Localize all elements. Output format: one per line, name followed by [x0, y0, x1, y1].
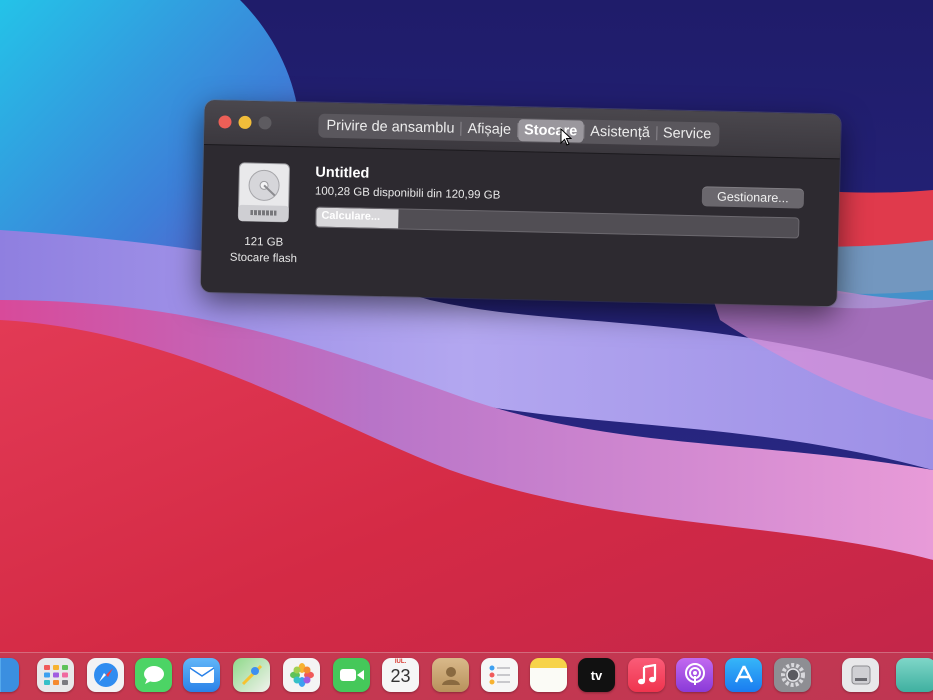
tab-support[interactable]: Asistență [584, 121, 656, 145]
video-camera-icon [339, 669, 364, 681]
checklist-icon [489, 665, 510, 685]
storage-bar-status: Calculare... [321, 209, 381, 224]
flash-storage-disk-icon [237, 162, 290, 223]
podcasts-icon[interactable] [676, 658, 713, 692]
app-store-a-icon [734, 665, 753, 683]
app-store-icon[interactable] [725, 658, 762, 692]
mouse-pointer-icon [560, 128, 572, 146]
launchpad-icon[interactable] [37, 658, 74, 692]
safari-compass-icon [93, 663, 118, 687]
about-this-mac-window: Privire de ansamblu Afișaje Stocare Asis… [200, 100, 841, 307]
reminders-icon[interactable] [481, 658, 518, 692]
finder-icon[interactable] [0, 658, 19, 692]
gear-icon [780, 663, 805, 687]
disk-utility-icon[interactable] [842, 658, 879, 692]
tab-displays[interactable]: Afișaje [461, 118, 517, 141]
speech-bubble-icon [143, 666, 164, 684]
close-button[interactable] [218, 115, 232, 129]
minimize-button[interactable] [238, 115, 252, 130]
volume-name: Untitled [315, 164, 370, 182]
contacts-icon[interactable] [432, 658, 469, 692]
map-pin-icon [241, 664, 262, 686]
music-icon[interactable] [628, 658, 665, 692]
segmented-tab-bar: Privire de ansamblu Afișaje Stocare Asis… [318, 113, 720, 147]
tab-storage[interactable]: Stocare [517, 119, 584, 143]
hard-drive-icon [851, 665, 870, 685]
disk-type-label: Stocare flash [229, 251, 298, 266]
tab-overview[interactable]: Privire de ansamblu [320, 115, 461, 140]
podcast-antenna-icon [684, 663, 705, 685]
disk-capacity-label: 121 GB [244, 235, 284, 249]
system-preferences-icon[interactable] [774, 658, 811, 692]
safari-icon[interactable] [87, 658, 124, 692]
facetime-icon[interactable] [333, 658, 370, 692]
music-note-icon [637, 664, 656, 685]
calendar-icon[interactable]: IUL. 23 [382, 658, 419, 692]
tv-label: tv [590, 667, 603, 683]
manage-storage-button[interactable]: Gestionare... [701, 186, 805, 209]
tab-service[interactable]: Service [657, 122, 718, 145]
storage-usage-bar: Calculare... [315, 206, 800, 239]
apple-tv-icon[interactable]: tv [578, 658, 615, 692]
trash-icon[interactable] [896, 658, 933, 692]
envelope-icon [189, 667, 214, 683]
zoom-button[interactable] [258, 116, 272, 130]
photos-icon[interactable] [283, 658, 320, 692]
volume-available-space: 100,28 GB disponibili din 120,99 GB [314, 185, 501, 202]
notes-icon[interactable] [530, 658, 567, 692]
calendar-month: IUL. [394, 659, 407, 665]
photos-flower-icon [289, 663, 314, 687]
launchpad-grid-icon [43, 665, 68, 685]
person-silhouette-icon [441, 667, 460, 685]
maps-icon[interactable] [233, 658, 270, 692]
mail-icon[interactable] [183, 658, 220, 692]
desktop: Privire de ansamblu Afișaje Stocare Asis… [0, 0, 933, 700]
messages-icon[interactable] [135, 658, 172, 692]
calendar-day: 23 [390, 666, 411, 686]
